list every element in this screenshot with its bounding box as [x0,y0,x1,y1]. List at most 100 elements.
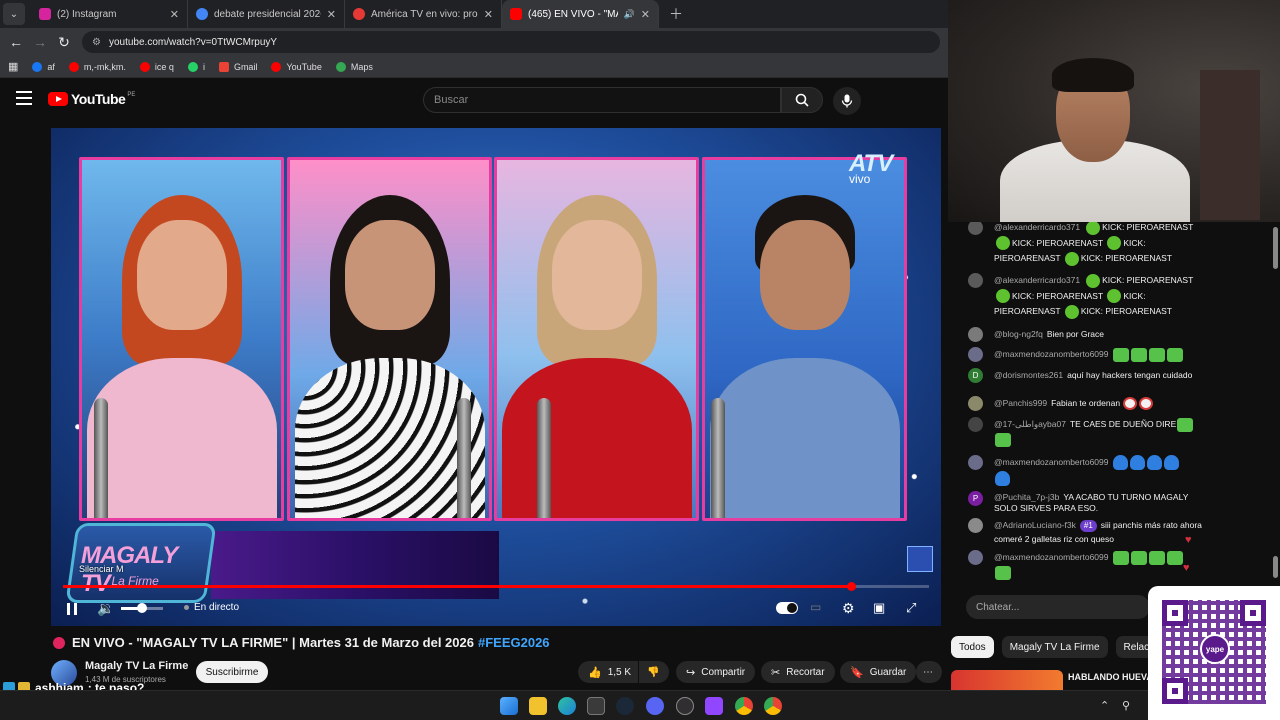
dislike-button[interactable]: 👎 [639,661,669,683]
avatar[interactable]: D [968,368,983,383]
tray-app-icon[interactable]: ⚲ [1122,699,1130,712]
green-face-emoji [995,433,1011,448]
save-button[interactable]: 🔖 Guardar [840,661,917,683]
close-icon[interactable]: ✕ [327,8,336,21]
avatar[interactable] [968,327,983,342]
chat-message: @AdrianoLuciano-f3k #1 siii panchis más ra… [968,518,1202,546]
clip-button[interactable]: ✂ Recortar [761,661,835,683]
address-bar[interactable]: ⚙ youtube.com/watch?v=0TtWCMrpuyY [82,31,940,53]
file-explorer-icon[interactable] [529,697,547,715]
avatar[interactable] [968,550,983,565]
obs-icon[interactable] [676,697,694,715]
bookmark-item[interactable]: i [187,61,205,72]
reload-icon[interactable]: ↻ [52,34,76,51]
pause-button[interactable] [67,603,77,615]
voice-search-button[interactable] [833,87,861,115]
chat-author[interactable]: @alexanderricardo371 [994,222,1080,232]
search-input[interactable]: Buscar [423,87,781,113]
scrollbar-thumb[interactable] [1273,556,1278,578]
recommended-video-thumbnail[interactable] [951,670,1063,692]
chat-author[interactable]: @blog-ng2fq [994,329,1043,339]
search-button[interactable] [781,87,823,113]
chat-author[interactable]: @maxmendozanomberto6099 [994,457,1108,467]
more-actions-button[interactable]: ⋯ [916,661,942,683]
tab-youtube-live[interactable]: (465) EN VIVO - "MAGA 🔊 ✕ [502,0,659,28]
chat-author[interactable]: @maxmendozanomberto6099 [994,552,1108,562]
avatar[interactable] [968,347,983,362]
avatar[interactable] [968,222,983,235]
close-icon[interactable]: ✕ [170,8,179,21]
avatar[interactable] [968,518,983,533]
volume-icon[interactable]: 🔉 [97,600,114,617]
thumbs-down-icon: 👎 [647,666,660,678]
chat-input-placeholder: Chatear... [976,601,1020,613]
bookmark-item[interactable]: m,-mk,km. [68,61,126,72]
chrome-active-icon[interactable] [764,697,782,715]
progress-bar[interactable] [63,582,929,591]
green-circle-emoji [1064,251,1079,266]
forward-icon[interactable]: → [28,34,52,50]
chat-author[interactable]: @Panchis999 [994,398,1047,408]
chat-scrollbar[interactable] [1272,222,1280,588]
share-button[interactable]: ↪ Compartir [676,661,756,683]
store-icon[interactable] [587,697,605,715]
subtitles-icon[interactable]: ▭ [810,600,821,614]
chat-author[interactable]: @واطلی-17ayba07 [994,419,1066,429]
chat-author[interactable]: @alexanderricardo371 [994,275,1080,285]
avatar[interactable] [968,417,983,432]
subscribe-button[interactable]: Suscribirme [196,661,268,683]
bookmark-item[interactable]: Gmail [218,61,257,72]
menu-icon[interactable] [16,91,32,105]
scrollbar-thumb[interactable] [1273,227,1278,269]
edge-icon[interactable] [558,697,576,715]
chat-author[interactable]: @maxmendozanomberto6099 [994,349,1108,359]
discord-icon[interactable] [646,697,664,715]
chat-author[interactable]: @dorismontes261 [994,370,1063,380]
volume-knob[interactable] [137,603,147,613]
channel-name[interactable]: Magaly TV La Firme [85,660,188,672]
avatar[interactable] [968,396,983,411]
settings-gear-icon[interactable]: ⚙ [842,600,855,617]
tab-instagram[interactable]: (2) Instagram ✕ [31,0,188,28]
volume-slider[interactable] [121,603,163,613]
tab-google-search[interactable]: debate presidencial 2026 hoy - ✕ [188,0,345,28]
steam-icon[interactable] [616,697,634,715]
like-button[interactable]: 👍 1,5 K [578,661,638,683]
avatar[interactable]: P [968,491,983,506]
site-info-icon[interactable]: ⚙ [92,37,101,48]
avatar[interactable] [968,455,983,470]
audio-icon[interactable]: 🔊 [624,9,635,20]
tab-search-button[interactable]: ⌄ [3,3,25,25]
bookmark-item[interactable]: ice q [139,61,174,72]
chip-all[interactable]: Todos [951,636,994,658]
green-circle-emoji [1064,304,1079,319]
close-icon[interactable]: ✕ [484,8,493,21]
close-icon[interactable]: ✕ [641,8,650,21]
tab-america-tv[interactable]: América TV en vivo: programac ✕ [345,0,502,28]
back-icon[interactable]: ← [4,34,28,50]
tray-chevron-icon[interactable]: ⌃ [1100,699,1109,712]
hashtag-link[interactable]: #FEEG2026 [478,635,550,650]
recommended-video-title[interactable]: HABLANDO HUEVA [1068,672,1153,682]
member-badge: #1 [1079,520,1097,532]
live-indicator[interactable]: En directo [184,602,239,613]
new-tab-button[interactable]: ＋ [669,4,683,24]
youtube-logo[interactable]: YouTube PE [48,91,135,107]
bookmark-item[interactable]: YouTube [271,61,322,72]
bookmark-item[interactable]: af [32,61,55,72]
chat-author[interactable]: @AdrianoLuciano-f3k [994,520,1076,530]
chat-author[interactable]: @Puchita_7p-j3b [994,492,1059,502]
apps-grid-icon[interactable]: ▦ [8,60,18,73]
chrome-icon[interactable] [735,697,753,715]
progress-scrubber[interactable] [847,582,857,591]
windows-start-icon[interactable] [500,697,518,715]
avatar[interactable] [968,273,983,288]
miniplayer-icon[interactable]: ▣ [873,600,885,616]
autoplay-toggle[interactable] [776,602,798,614]
chip-channel[interactable]: Magaly TV La Firme [1001,636,1108,658]
bookmark-item[interactable]: Maps [335,61,373,72]
twitch-icon[interactable] [705,697,723,715]
video-player[interactable]: ATV vivo MAGALY TV La Firme Silenciar M … [51,128,941,626]
fullscreen-icon[interactable]: ⤢ [906,600,916,616]
chat-input[interactable]: Chatear... [966,595,1150,619]
